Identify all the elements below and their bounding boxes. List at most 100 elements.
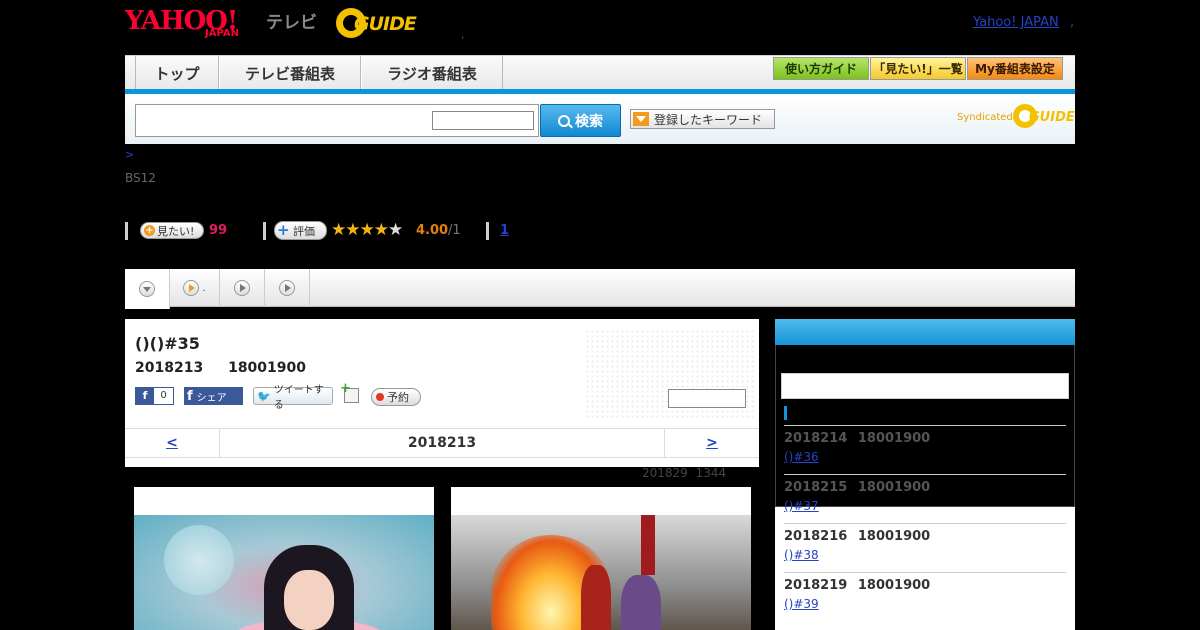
syndicated-label: Syndicated (957, 112, 1013, 123)
divider (486, 222, 489, 240)
sidebar-input[interactable] (781, 373, 1069, 399)
photo-detail (164, 525, 234, 595)
main-nav: トップ テレビ番組表 ラジオ番組表 使い方ガイド 「見たい!」一覧 My番組表設… (125, 55, 1075, 94)
rating-value: 4.00 (416, 223, 449, 238)
rate-label: 評価 (293, 224, 315, 238)
star-icon: ★ (359, 220, 375, 240)
search-bar: 検索 登録したキーワード Syndicated GUIDE (125, 94, 1075, 144)
breadcrumb[interactable]: > (125, 148, 134, 161)
episode-title-link[interactable]: ()#36 (784, 450, 867, 464)
saved-keywords-button[interactable]: 登録したキーワード (630, 109, 775, 129)
syndicated-logo-text: GUIDE (1029, 110, 1075, 125)
want-list-button[interactable]: 「見たい!」一覧 (870, 57, 966, 80)
dropdown-arrow-icon (633, 112, 649, 126)
plus-icon: + (277, 221, 290, 239)
search-button[interactable]: 検索 (540, 104, 621, 137)
episode-time: 18001900 (857, 431, 931, 446)
program-photo[interactable] (134, 487, 434, 630)
next-date-link[interactable]: > (664, 429, 759, 457)
header-separator: , (461, 30, 465, 41)
saved-keywords-label: 登録したキーワード (654, 112, 763, 127)
syndicated-gguide-logo: Syndicated GUIDE (957, 104, 1075, 130)
search-button-label: 検索 (575, 113, 603, 130)
facebook-icon: f (187, 388, 193, 404)
my-listings-settings-button[interactable]: My番組表設定 (967, 57, 1063, 80)
upcoming-episodes-list: 2018214 18001900 ()#36 2018215 18001900 … (784, 425, 1066, 621)
prev-date-link[interactable]: < (125, 429, 220, 457)
photo-detail (621, 575, 661, 630)
facebook-like-button[interactable]: f 0 (135, 387, 174, 405)
facebook-icon: f (136, 388, 154, 404)
tab-toggle-details[interactable] (125, 269, 170, 309)
channel-name: BS12 (125, 171, 156, 185)
tab-2[interactable]: . (170, 269, 220, 307)
plus-icon: + (144, 225, 155, 236)
star-icon: ★ (331, 220, 346, 240)
reserve-recording-button[interactable]: 予約 (371, 388, 421, 406)
star-rating: ★★★★★ (331, 220, 403, 240)
episode-time: 18001900 (857, 480, 931, 495)
nav-tab-tv-listings[interactable]: テレビ番組表 (219, 56, 361, 90)
tv-logo-text[interactable]: テレビ (266, 8, 317, 33)
usage-guide-button[interactable]: 使い方ガイド (773, 57, 869, 80)
episode-airtime: 2018215 18001900 (784, 480, 1066, 495)
record-icon (376, 393, 384, 401)
facebook-share-label: シェア (196, 392, 227, 404)
episode-title-link[interactable]: ()#39 (784, 597, 867, 611)
sidebar: 2018214 18001900 ()#36 2018215 18001900 … (775, 319, 1075, 630)
episode-airtime: 2018214 18001900 (784, 431, 1066, 446)
episode-time: 18001900 (857, 578, 931, 593)
facebook-share-button[interactable]: f シェア (184, 387, 243, 405)
tab-4[interactable] (265, 269, 310, 307)
search-category-select[interactable] (432, 111, 534, 130)
divider (263, 222, 266, 240)
play-arrow-icon (234, 280, 250, 296)
list-item: 2018214 18001900 ()#36 (784, 425, 1066, 474)
program-time: 18001900 (228, 360, 307, 376)
reserve-label: 予約 (387, 391, 409, 404)
play-arrow-icon (183, 280, 200, 296)
episode-title-link[interactable]: ()#38 (784, 548, 867, 562)
section-marker (784, 406, 787, 420)
current-date: 2018213 (407, 435, 477, 451)
yahoo-japan-link[interactable]: Yahoo! JAPAN (973, 15, 1059, 30)
rate-button[interactable]: + 評価 (274, 221, 327, 240)
header-link-separator: , (1070, 15, 1075, 30)
tab-3[interactable] (220, 269, 265, 307)
tweet-label: ツイートする (273, 385, 324, 411)
episode-date: 2018214 (784, 431, 848, 446)
want-to-watch-button[interactable]: + 見たい! (140, 222, 204, 239)
program-detail: ()()#35 2018213 18001900 f 0 f シェア 🐦 ツイー… (125, 319, 759, 467)
episode-date: 2018216 (784, 529, 848, 544)
photo-image (451, 515, 751, 630)
chevron-down-icon (139, 281, 155, 297)
want-to-watch-label: 見たい! (157, 224, 195, 238)
date-pager: < 2018213 > (125, 428, 759, 458)
facebook-like-count: 0 (160, 390, 167, 401)
program-title: ()()#35 (135, 334, 200, 353)
photo-image (134, 515, 434, 630)
updated-time: 1344 (695, 466, 727, 480)
star-icon: ★ (345, 220, 360, 240)
star-icon: ★ (373, 220, 389, 240)
episode-select[interactable] (668, 389, 746, 408)
add-calendar-icon[interactable] (340, 381, 359, 403)
search-icon (558, 114, 570, 127)
photo-detail (284, 570, 334, 630)
play-arrow-icon (279, 280, 295, 296)
nav-tab-radio-listings[interactable]: ラジオ番組表 (361, 56, 503, 90)
tweet-button[interactable]: 🐦 ツイートする (253, 385, 333, 411)
program-photo[interactable] (451, 487, 751, 630)
nav-tab-top[interactable]: トップ (135, 56, 219, 90)
episode-airtime: 2018216 18001900 (784, 529, 1066, 544)
divider (125, 222, 128, 240)
episode-title-link[interactable]: ()#37 (784, 499, 867, 513)
tab-2-label: . (202, 282, 206, 294)
gguide-logo[interactable]: GUIDE (336, 8, 432, 40)
yahoo-japan-logo-sub: JAPAN (205, 28, 239, 39)
updated-date: 201829 (642, 466, 688, 480)
comment-count-link[interactable]: 1 (500, 223, 509, 238)
episode-date: 2018219 (784, 578, 848, 593)
program-airtime: 2018213 18001900 (135, 360, 306, 376)
list-item: 2018216 18001900 ()#38 (784, 523, 1066, 572)
